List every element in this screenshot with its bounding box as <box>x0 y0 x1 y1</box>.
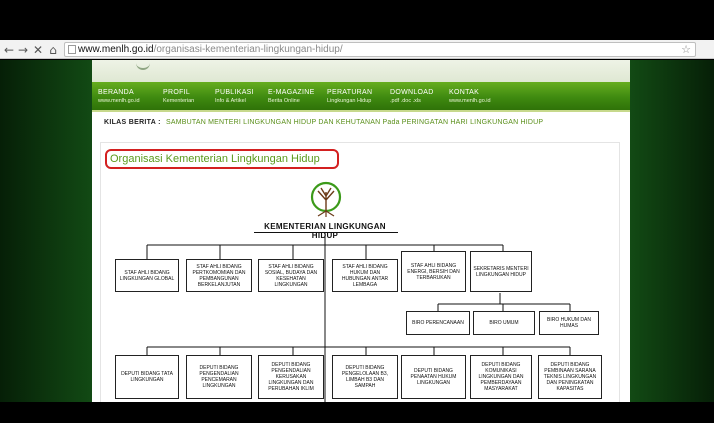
background-right <box>630 60 714 402</box>
page-title: Organisasi Kementerian Lingkungan Hidup <box>105 149 339 169</box>
org-box-deputi: DEPUTI BIDANG PEMBINAAN SARANA TEKNIS LI… <box>538 355 602 399</box>
menu-item-profil[interactable]: PROFIL Kementerian <box>163 88 194 105</box>
menu-item-title: PROFIL <box>163 89 191 96</box>
address-bar[interactable]: www.menlh.go.id/organisasi-kementerian-l… <box>64 42 696 57</box>
org-box-biro: BIRO HUKUM DAN HUMAS <box>539 311 599 335</box>
url-host: www.menlh.go.id <box>78 44 154 55</box>
org-box-deputi: DEPUTI BIDANG PENGENDALIAN PENCEMARAN LI… <box>186 355 252 399</box>
org-box-label: STAF AHLI BIDANG ENERGI, BERSIH DAN TERB… <box>407 262 460 281</box>
menu-item-title: DOWNLOAD <box>390 89 434 96</box>
org-box-staf: STAF AHLI BIDANG HUKUM DAN HUBUNGAN ANTA… <box>332 259 398 292</box>
org-box-deputi: DEPUTI BIDANG PENGENDALIAN KERUSAKAN LIN… <box>258 355 324 399</box>
org-box-label: SEKRETARIS MENTERI LINGKUNGAN HIDUP <box>473 265 529 278</box>
org-box-label: DEPUTI BIDANG PENGELOLAAN B3, LIMBAH B3 … <box>341 365 389 389</box>
menu-item-title: PUBLIKASI <box>215 89 254 96</box>
menu-item-title: BERANDA <box>98 89 134 96</box>
bookmark-star-icon[interactable]: ☆ <box>681 43 691 56</box>
org-box-deputi: DEPUTI BIDANG KOMUNIKASI LINGKUNGAN DAN … <box>470 355 532 399</box>
menu-item-download[interactable]: DOWNLOAD .pdf .doc .xls <box>390 88 434 105</box>
org-box-biro: BIRO PERENCANAAN <box>406 311 470 335</box>
forward-arrow-icon[interactable]: → <box>16 41 30 58</box>
org-box-label: BIRO UMUM <box>489 320 519 326</box>
org-box-sekretaris: SEKRETARIS MENTERI LINGKUNGAN HIDUP <box>470 251 532 292</box>
back-arrow-icon[interactable]: ← <box>2 41 16 58</box>
menu-item-subtitle: www.menlh.go.id <box>98 98 140 104</box>
menu-item-subtitle: Berita Online <box>268 98 300 104</box>
menu-item-title: PERATURAN <box>327 89 373 96</box>
org-box-staf: STAF AHLI BIDANG LINGKUNGAN GLOBAL <box>115 259 179 292</box>
menu-item-e-magazine[interactable]: E-MAGAZINE Berita Online <box>268 88 315 105</box>
menu-item-peraturan[interactable]: PERATURAN Lingkungan Hidup <box>327 88 372 105</box>
org-box-biro: BIRO UMUM <box>473 311 535 335</box>
org-box-label: DEPUTI BIDANG PENAATAN HUKUM LINGKUNGAN <box>410 368 457 386</box>
org-box-label: BIRO HUKUM DAN HUMAS <box>547 317 591 329</box>
news-ticker: KILAS BERITA : SAMBUTAN MENTERI LINGKUNG… <box>92 114 630 134</box>
stop-icon[interactable]: ✕ <box>31 41 45 58</box>
menu-item-subtitle: Info & Artikel <box>215 98 246 104</box>
menu-item-kontak[interactable]: KONTAK www.menlh.go.id <box>449 88 491 105</box>
website: BERANDA www.menlh.go.id PROFIL Kementerian… <box>92 60 630 402</box>
org-box-label: STAF AHLI BIDANG PERTKOMOMIAN DAN PEMBAN… <box>192 263 246 288</box>
org-box-label: STAF AHLI BIDANG HUKUM DAN HUBUNGAN ANTA… <box>341 263 389 288</box>
screen: ← → ✕ ⌂ www.menlh.go.id/organisasi-kemen… <box>0 0 714 423</box>
background-left <box>0 60 92 402</box>
org-box-label: DEPUTI BIDANG PENGENDALIAN KERUSAKAN LIN… <box>268 362 314 392</box>
news-ticker-link[interactable]: SAMBUTAN MENTERI LINGKUNGAN HIDUP DAN KE… <box>166 119 543 126</box>
org-box-label: DEPUTI BIDANG PENGENDALIAN PENCEMARAN LI… <box>199 365 239 389</box>
bottom-letterbox <box>0 402 714 423</box>
org-box-label: DEPUTI BIDANG PEMBINAAN SARANA TEKNIS LI… <box>543 362 597 392</box>
org-box-label: DEPUTI BIDANG TATA LINGKUNGAN <box>121 371 173 383</box>
main-menu: BERANDA www.menlh.go.id PROFIL Kementerian… <box>92 82 630 112</box>
menu-item-title: E-MAGAZINE <box>268 89 315 96</box>
org-box-deputi: DEPUTI BIDANG PENGELOLAAN B3, LIMBAH B3 … <box>332 355 398 399</box>
web-viewport: BERANDA www.menlh.go.id PROFIL Kementerian… <box>0 60 714 402</box>
org-box-deputi: DEPUTI BIDANG PENAATAN HUKUM LINGKUNGAN <box>401 355 466 399</box>
org-box-label: STAF AHLI BIDANG LINGKUNGAN GLOBAL <box>119 269 175 282</box>
menu-item-publikasi[interactable]: PUBLIKASI Info & Artikel <box>215 88 254 105</box>
site-banner <box>92 60 630 82</box>
banner-logo-icon <box>136 62 150 70</box>
org-box-staf: STAF AHLI BIDANG PERTKOMOMIAN DAN PEMBAN… <box>186 259 252 292</box>
browser-toolbar: ← → ✕ ⌂ www.menlh.go.id/organisasi-kemen… <box>0 40 714 59</box>
menu-item-subtitle: www.menlh.go.id <box>449 98 491 104</box>
home-icon[interactable]: ⌂ <box>46 41 60 58</box>
menu-item-title: KONTAK <box>449 89 480 96</box>
org-box-label: STAF AHLI BIDANG SOSIAL, BUDAYA DAN KESE… <box>264 263 318 288</box>
menu-item-subtitle: Lingkungan Hidup <box>327 98 372 104</box>
menu-item-beranda[interactable]: BERANDA www.menlh.go.id <box>98 88 140 105</box>
org-box-deputi: DEPUTI BIDANG TATA LINGKUNGAN <box>115 355 179 399</box>
page-icon <box>68 45 76 54</box>
menu-item-subtitle: .pdf .doc .xls <box>390 98 421 104</box>
org-box-staf: STAF AHLI BIDANG SOSIAL, BUDAYA DAN KESE… <box>258 259 324 292</box>
org-box-staf: STAF AHLI BIDANG ENERGI, BERSIH DAN TERB… <box>401 251 466 292</box>
news-ticker-label: KILAS BERITA : <box>104 119 161 126</box>
org-box-label: DEPUTI BIDANG KOMUNIKASI LINGKUNGAN DAN … <box>478 362 524 392</box>
menu-item-subtitle: Kementerian <box>163 98 195 104</box>
org-box-label: BIRO PERENCANAAN <box>412 320 464 326</box>
url-path: /organisasi-kementerian-lingkungan-hidup… <box>153 44 343 55</box>
